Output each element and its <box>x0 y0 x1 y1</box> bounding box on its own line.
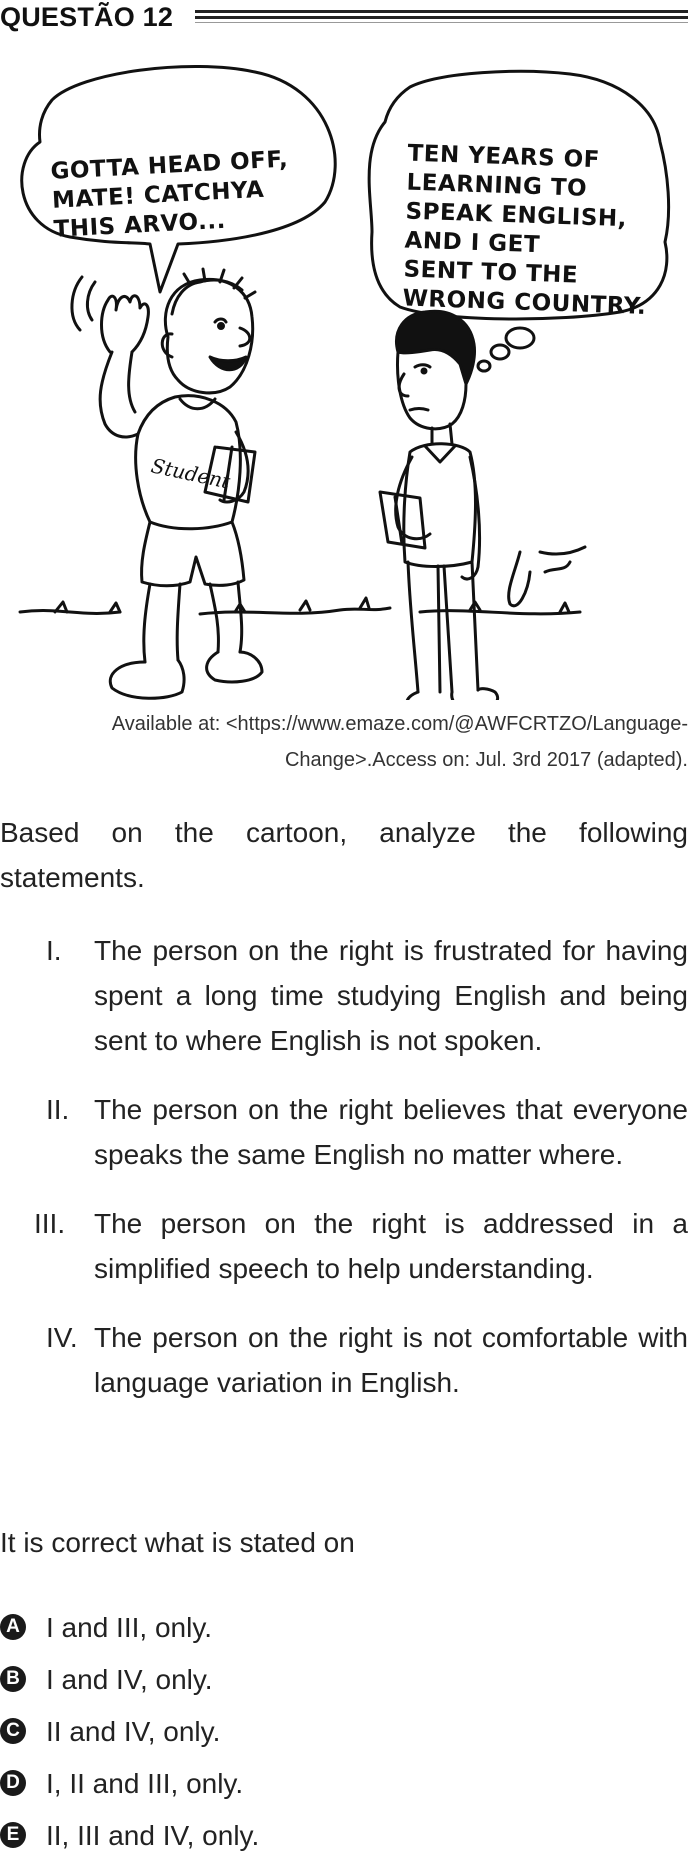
left-speech-text: GOTTA HEAD OFF, MATE! CATCHYA THIS ARVO.… <box>49 146 289 243</box>
answer-option-e[interactable]: E II, III and IV, only. <box>0 1813 688 1865</box>
statement-text: The person on the right is addressed in … <box>94 1208 688 1284</box>
thought-dot <box>489 343 511 361</box>
statement-text: The person on the right is frustrated fo… <box>94 935 688 1056</box>
option-letter-badge: C <box>0 1718 26 1744</box>
citation-line: Change>.Access on: Jul. 3rd 2017 (adapte… <box>284 749 688 771</box>
statement-item: II. The person on the right believes tha… <box>0 1087 688 1177</box>
left-character-shoes <box>108 650 264 700</box>
thought-dot <box>504 326 536 350</box>
right-character-head <box>396 350 468 431</box>
question-title: QUESTÃO 12 <box>0 2 174 32</box>
right-character-mouth <box>408 407 430 412</box>
statement-list: I. The person on the right is frustrated… <box>0 928 688 1429</box>
statement-number: II. <box>46 1094 70 1125</box>
option-letter-badge: A <box>0 1614 26 1640</box>
option-letter-badge: E <box>0 1822 26 1848</box>
grass-tufts <box>53 596 571 614</box>
statement-number: IV. <box>46 1322 78 1353</box>
answer-option-d[interactable]: D I, II and III, only. <box>0 1761 688 1813</box>
header-rule <box>195 22 688 23</box>
right-character-pants <box>406 560 480 694</box>
left-character-legs <box>142 580 244 664</box>
cartoon-image: Student GOTTA HEAD OFF, MATE! CATCHYA TH… <box>0 52 688 700</box>
right-character-hair <box>395 309 476 386</box>
right-character-nose <box>397 372 410 398</box>
answer-options: A I and III, only. B I and IV, only. C I… <box>0 1605 688 1865</box>
right-character-eye <box>413 363 432 369</box>
option-letter-badge: B <box>0 1666 26 1692</box>
question-prompt: It is correct what is stated on <box>0 1527 355 1558</box>
left-character-eye <box>213 317 228 324</box>
waving-hand <box>100 294 150 354</box>
header-rule <box>195 10 688 13</box>
option-text: II, III and IV, only. <box>46 1820 260 1851</box>
question-intro: Based on the cartoon, analyze the follow… <box>0 817 688 893</box>
statement-item: I. The person on the right is frustrated… <box>0 928 688 1063</box>
option-text: I and IV, only. <box>46 1664 213 1695</box>
left-character-shorts <box>140 520 246 588</box>
statement-item: IV. The person on the right is not comfo… <box>0 1315 688 1405</box>
option-letter-badge: D <box>0 1770 26 1796</box>
image-source-citation: Available at: <https://www.emaze.com/@AW… <box>48 706 688 778</box>
right-thought-text: TEN YEARS OF LEARNING TO SPEAK ENGLISH, … <box>402 140 647 320</box>
exam-page: QUESTÃO 12 Student GOTTA HEAD OFF, MATE!… <box>0 0 688 1852</box>
statement-text: The person on the right believes that ev… <box>94 1094 688 1170</box>
option-text: II and IV, only. <box>46 1716 221 1747</box>
answer-option-a[interactable]: A I and III, only. <box>0 1605 688 1657</box>
option-text: I and III, only. <box>46 1612 213 1643</box>
question-header: QUESTÃO 12 <box>0 0 688 36</box>
citation-line: Available at: <https://www.emaze.com/@AW… <box>111 713 688 735</box>
shirt-label: Student <box>149 453 233 493</box>
header-rule <box>195 16 688 19</box>
statement-number: III. <box>34 1208 66 1239</box>
answer-option-b[interactable]: B I and IV, only. <box>0 1657 688 1709</box>
thought-dot <box>476 359 492 373</box>
left-character-nose <box>238 326 252 348</box>
statement-item: III. The person on the right is addresse… <box>0 1201 688 1291</box>
answer-option-c[interactable]: C II and IV, only. <box>0 1709 688 1761</box>
wave-marks <box>70 275 97 332</box>
option-text: I, II and III, only. <box>46 1768 244 1799</box>
statement-number: I. <box>46 935 62 966</box>
left-character-mouth <box>208 355 248 372</box>
raised-arm <box>98 350 140 439</box>
statement-text: The person on the right is not comfortab… <box>94 1322 688 1398</box>
artist-signature <box>507 545 587 608</box>
